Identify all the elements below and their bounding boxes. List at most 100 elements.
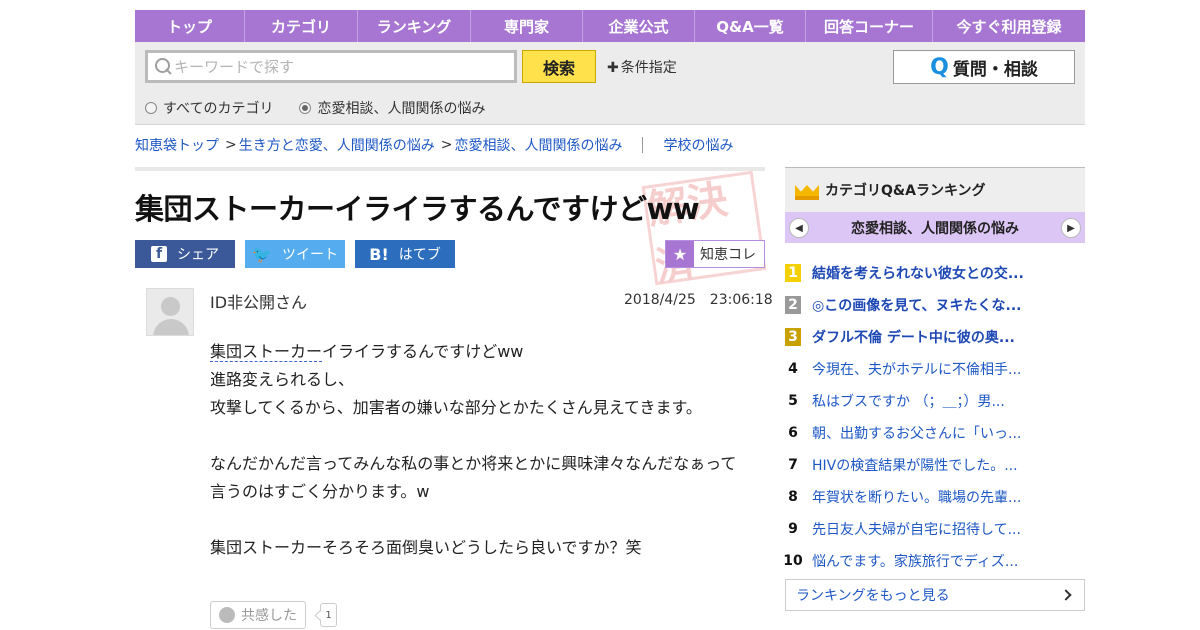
body-line: 進路変えられるし、 (210, 370, 355, 389)
ranking-category: 恋愛相談、人間関係の悩み (851, 220, 1019, 237)
ranking-item[interactable]: 9 先日友人夫婦が自宅に招待して... (785, 513, 1085, 545)
nav-register[interactable]: 今すぐ利用登録 (933, 10, 1085, 42)
keyword-link[interactable]: 集団ストーカー (210, 342, 323, 362)
post-date: 2018/4/25 23:06:18 (624, 292, 773, 308)
ranking-item[interactable]: 2 ◎この画像を見て、ヌキたくな... (785, 289, 1085, 321)
ranking-item[interactable]: 5 私はブスですか （；＿；）男... (785, 385, 1085, 417)
body-line: イライラするんですけどww (322, 342, 524, 361)
category-scope: すべてのカテゴリ 恋愛相談、人間関係の悩み (145, 98, 485, 118)
empathy-button[interactable]: 共感した (210, 601, 306, 629)
search-button[interactable]: 検索 (522, 50, 596, 83)
hatena-icon: B! (369, 244, 389, 264)
question-title: 集団ストーカーイライラするんですけどww (135, 192, 700, 226)
ranking-list: 1 結婚を考えられない彼女との交... 2 ◎この画像を見て、ヌキたくな... 3ダ… (783, 257, 1085, 577)
nav-answer-corner[interactable]: 回答コーナー (806, 10, 933, 42)
search-icon (152, 56, 174, 78)
crumb-top[interactable]: 知恵袋トップ (135, 135, 219, 155)
breadcrumb: 知恵袋トップ > 生き方と恋愛、人間関係の悩み > 恋愛相談、人間関係の悩み 学… (135, 135, 733, 155)
rank-number: 1 (785, 264, 801, 282)
category-ranking: カテゴリQ&Aランキング ◀ 恋愛相談、人間関係の悩み ▶ 1 結婚を考えられない… (783, 167, 1085, 611)
search-area: 検索 ✚条件指定 Q質問・相談 すべてのカテゴリ 恋愛相談、人間関係の悩み (135, 42, 1085, 125)
smile-icon (219, 607, 235, 623)
ranking-item[interactable]: 3 ダフル不倫 デート中に彼の奥... (785, 321, 1085, 353)
ask-question-button[interactable]: Q 質問・相談 (893, 50, 1075, 84)
radio-label: すべてのカテゴリ (163, 101, 274, 117)
search-input[interactable] (174, 57, 504, 76)
chiekore-label: 知恵コレ (700, 247, 756, 263)
ranking-item[interactable]: 10 悩んでます。家族旅行でディズ... (783, 545, 1085, 577)
nav-ranking[interactable]: ランキング (358, 10, 471, 42)
ranking-header: カテゴリQ&Aランキング (785, 167, 1085, 212)
rank-title[interactable]: 年賀状を断りたい。職場の先輩... (812, 487, 1021, 507)
radio-current-category[interactable]: 恋愛相談、人間関係の悩み (299, 98, 485, 118)
rank-number: 8 (788, 489, 798, 505)
rank-title[interactable]: 結婚を考えられない彼女との交... (812, 263, 1024, 283)
share-label: シェア (177, 247, 219, 263)
rank-number: 6 (788, 425, 798, 441)
crumb-life[interactable]: 生き方と恋愛、人間関係の悩み (239, 135, 435, 155)
share-label: ツイート (281, 247, 338, 263)
twitter-share-button[interactable]: 🐦 ツイート (245, 240, 345, 268)
crown-icon (795, 180, 819, 200)
rank-number: 9 (788, 521, 798, 537)
rank-number: 2 (785, 296, 801, 314)
radio-label: 恋愛相談、人間関係の悩み (317, 101, 486, 117)
nav-official[interactable]: 企業公式 (583, 10, 695, 42)
rank-title[interactable]: 私はブスですか （；＿；）男... (812, 391, 1005, 411)
search-box[interactable] (145, 50, 517, 83)
rank-title[interactable]: 先日友人夫婦が自宅に招待して... (812, 519, 1021, 539)
ask-label: 質問・相談 (952, 59, 1038, 80)
facebook-icon: f (151, 246, 167, 262)
share-label: はてブ (398, 247, 441, 263)
hatebu-share-button[interactable]: B! はてブ (355, 240, 455, 268)
global-nav: トップ カテゴリ ランキング 専門家 企業公式 Q&A一覧 回答コーナー 今すぐ… (135, 10, 1085, 42)
body-line: 攻撃してくるから、加害者の嫌いな部分とかたくさん見えてきます。 (210, 398, 702, 417)
crumb-sep: > (440, 137, 453, 153)
ranking-category-switcher: ◀ 恋愛相談、人間関係の悩み ▶ (785, 212, 1085, 243)
radio-dot (299, 102, 312, 114)
user-name: ID非公開さん (210, 293, 308, 312)
ranking-item[interactable]: 7 HIVの検査結果が陽性でした。... (785, 449, 1085, 481)
radio-all-categories[interactable]: すべてのカテゴリ (145, 98, 273, 118)
rank-title[interactable]: 朝、出勤するお父さんに「いっ... (812, 423, 1021, 443)
ranking-title: カテゴリQ&Aランキング (825, 183, 986, 199)
rank-title[interactable]: 悩んでます。家族旅行でディズ... (812, 551, 1018, 571)
ranking-item[interactable]: 8 年賀状を断りたい。職場の先輩... (785, 481, 1085, 513)
nav-experts[interactable]: 専門家 (471, 10, 583, 42)
body-line: 集団ストーカーそろそろ面倒臭いどうしたら良いですか？笑 (210, 538, 642, 557)
ranking-item[interactable]: 1 結婚を考えられない彼女との交... (785, 257, 1085, 289)
radio-dot (145, 102, 157, 114)
chiekore-button[interactable]: ★ 知恵コレ (665, 240, 765, 268)
rank-title[interactable]: 今現在、夫がホテルに不倫相手... (812, 359, 1021, 379)
condition-link[interactable]: ✚ 条件指定 (607, 57, 677, 77)
twitter-icon: 🐦 (252, 244, 272, 264)
condition-label: 条件指定 (620, 60, 677, 76)
rank-title[interactable]: ダフル不倫 デート中に彼の奥... (812, 327, 1015, 347)
more-ranking-link[interactable]: ランキングをもっと見る (785, 579, 1085, 611)
header: トップ カテゴリ ランキング 専門家 企業公式 Q&A一覧 回答コーナー 今すぐ… (135, 10, 1085, 125)
ranking-item[interactable]: 6 朝、出勤するお父さんに「いっ... (785, 417, 1085, 449)
body-line: なんだかんだ言ってみんな私の事とか将来とかに興味津々なんだなぁって (210, 454, 737, 473)
ranking-item[interactable]: 4 今現在、夫がホテルに不倫相手... (785, 353, 1085, 385)
avatar (146, 288, 194, 336)
crumb-sep: > (225, 137, 237, 153)
question-body: 集団ストーカーイライラするんですけどww 進路変えられるし、 攻撃してくるから、… (210, 338, 760, 562)
rank-title[interactable]: HIVの検査結果が陽性でした。... (812, 455, 1018, 475)
rank-title[interactable]: ◎この画像を見て、ヌキたくな... (812, 295, 1021, 315)
rank-number: 3 (785, 328, 801, 346)
q-icon: Q (930, 54, 949, 80)
nav-qa-list[interactable]: Q&A一覧 (695, 10, 806, 42)
crumb-love[interactable]: 恋愛相談、人間関係の悩み (454, 135, 622, 155)
prev-arrow-icon[interactable]: ◀ (789, 218, 809, 238)
more-ranking-label: ランキングをもっと見る (796, 588, 950, 604)
next-arrow-icon[interactable]: ▶ (1061, 218, 1081, 238)
nav-top[interactable]: トップ (135, 10, 245, 42)
empathy-label: 共感した (241, 608, 297, 624)
facebook-share-button[interactable]: f シェア (135, 240, 235, 268)
nav-category[interactable]: カテゴリ (245, 10, 358, 42)
divider (135, 167, 765, 171)
crumb-school[interactable]: 学校の悩み (663, 135, 733, 155)
rank-number: 4 (788, 361, 798, 377)
chevron-right-icon (1060, 589, 1072, 601)
rank-number: 10 (783, 553, 803, 569)
